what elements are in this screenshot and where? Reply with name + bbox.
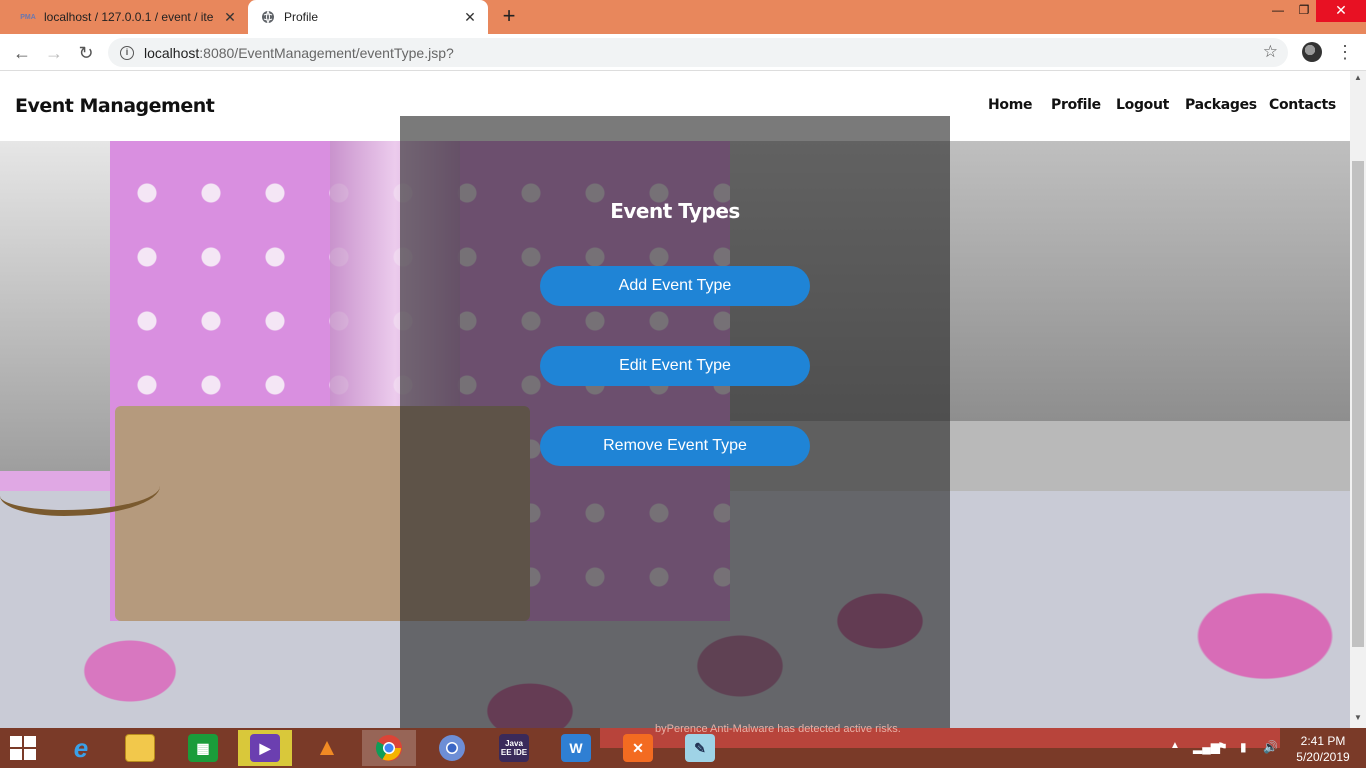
nav-packages[interactable]: Packages [1185,97,1257,113]
event-types-panel: Event Types Add Event Type Edit Event Ty… [400,116,950,728]
browser-toolbar: ← → ↻ i localhost:8080/EventManagement/e… [0,34,1366,71]
edit-event-type-button[interactable]: Edit Event Type [540,346,810,386]
notepad-icon[interactable]: ✎ [673,730,727,766]
phpmyadmin-icon: PMA [20,13,36,21]
file-explorer-icon[interactable] [113,730,167,766]
clock-date: 5/20/2019 [1296,750,1350,764]
tab-title: Profile [284,10,319,24]
tab-title: localhost / 127.0.0.1 / event / ite [44,10,214,24]
url-path: :8080/EventManagement/eventType.jsp? [199,44,454,61]
scroll-down-arrow-icon[interactable]: ▼ [1350,713,1366,722]
vlc-icon[interactable]: ▲ [300,730,354,766]
chrome-icon[interactable] [362,730,416,766]
word-writer-icon[interactable]: W [549,730,603,766]
scroll-thumb[interactable] [1352,161,1364,647]
close-tab-icon[interactable]: ✕ [460,9,480,26]
chromium-icon[interactable] [425,730,479,766]
back-arrow-icon[interactable]: ← [9,40,35,66]
add-event-type-button[interactable]: Add Event Type [540,266,810,306]
nav-profile[interactable]: Profile [1051,97,1101,113]
clock-time: 2:41 PM [1300,734,1346,748]
signal-icon[interactable]: ▂▄▆ [1193,740,1220,754]
address-bar[interactable]: i localhost:8080/EventManagement/eventTy… [108,38,1288,67]
new-tab-button[interactable]: + [497,5,521,29]
bookmark-star-icon[interactable]: ☆ [1263,42,1278,62]
reload-icon[interactable]: ↻ [73,40,99,66]
brand-logo-text[interactable]: Event Management [15,95,215,117]
windows-taskbar: byPerence Anti-Malware has detected acti… [0,723,1366,768]
tab-profile[interactable]: Profile ✕ [248,0,488,34]
info-icon[interactable]: i [120,45,134,60]
battery-icon[interactable]: ▮ [1240,740,1247,754]
remove-event-type-button[interactable]: Remove Event Type [540,426,810,466]
system-clock[interactable]: 2:41 PM 5/20/2019 [1290,733,1356,765]
nav-contacts[interactable]: Contacts [1269,97,1336,113]
avatar[interactable] [1302,42,1322,62]
page-viewport: Event Management Home Profile Logout Pac… [0,71,1350,728]
volume-icon[interactable]: 🔊 [1263,740,1278,754]
show-hidden-icons-icon[interactable]: ▲ [1170,740,1180,751]
store-icon[interactable]: ▦ [176,730,230,766]
java-ee-ide-icon[interactable]: Java EE IDE [487,730,541,766]
page-scrollbar[interactable]: ▲ ▼ [1350,71,1366,728]
xampp-icon[interactable]: ✕ [611,730,665,766]
browser-tab-strip: PMA localhost / 127.0.0.1 / event / ite … [0,0,1366,34]
window-close-button[interactable]: ✕ [1316,0,1366,22]
forward-arrow-icon[interactable]: → [41,40,67,66]
tab-phpmyadmin[interactable]: PMA localhost / 127.0.0.1 / event / ite … [8,0,248,34]
kebab-menu-icon[interactable]: ⋮ [1336,40,1354,64]
page-title: Event Types [610,199,740,223]
hero-wall-left [0,141,110,471]
windows-start-icon[interactable] [10,736,38,760]
url-host: localhost [144,44,200,61]
close-tab-icon[interactable]: ✕ [220,9,240,26]
action-center-flag-icon[interactable]: ⚑ [1217,740,1228,754]
scroll-up-arrow-icon[interactable]: ▲ [1350,73,1366,82]
globe-icon [260,9,276,25]
internet-explorer-icon[interactable]: e [54,730,108,766]
visual-studio-icon[interactable]: ▶ [238,730,292,766]
nav-home[interactable]: Home [988,97,1033,113]
nav-logout[interactable]: Logout [1116,97,1169,113]
